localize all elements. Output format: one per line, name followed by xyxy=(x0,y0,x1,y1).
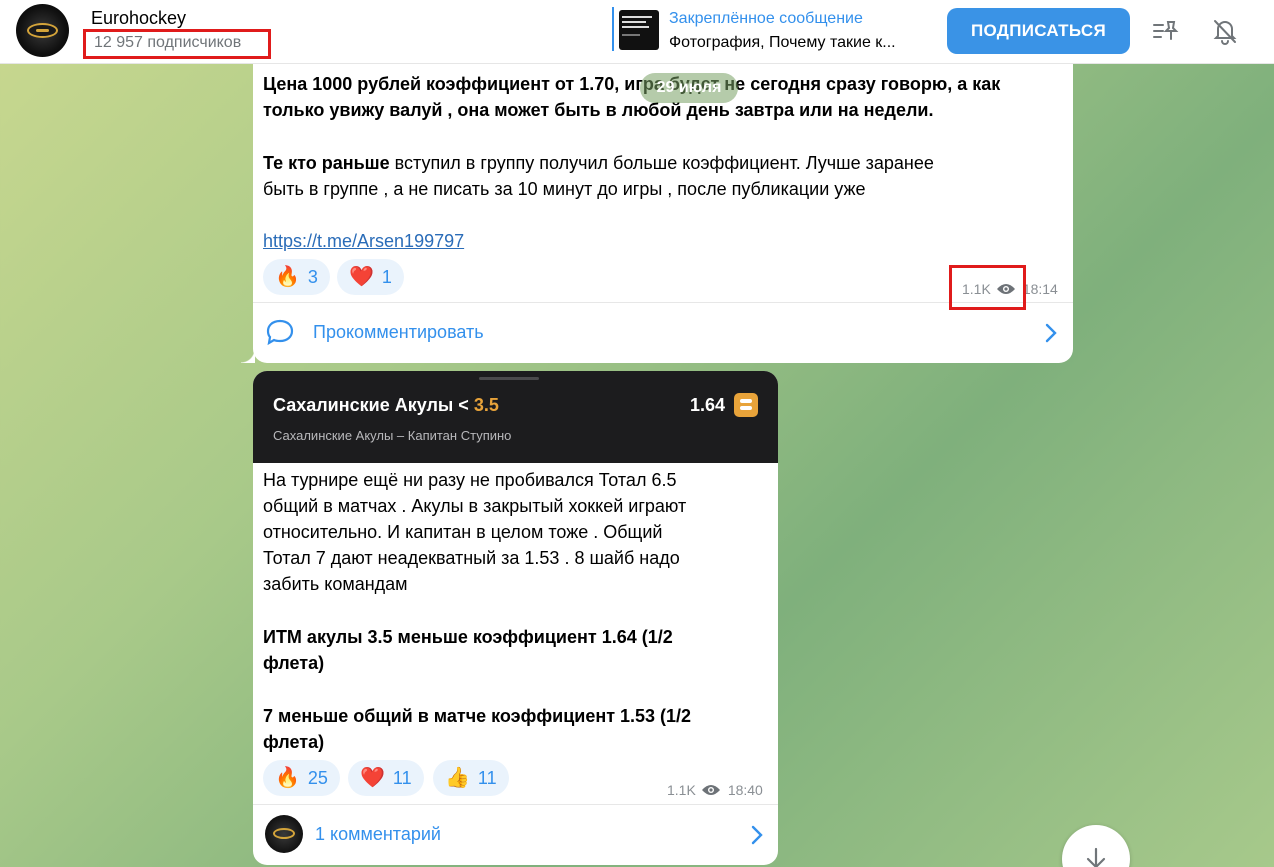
reaction-thumbs-up[interactable]: 👍 11 xyxy=(433,760,509,796)
bet-title: Сахалинские Акулы < 3.5 xyxy=(273,395,499,415)
fire-icon: 🔥 xyxy=(275,266,300,288)
channel-logo xyxy=(27,23,58,38)
view-count: 1.1K xyxy=(667,782,696,798)
post-text-line: только увижу валуй , она может быть в лю… xyxy=(263,100,934,120)
pinned-preview[interactable]: Фотография, Почему такие к... xyxy=(669,34,896,52)
divider xyxy=(253,804,778,805)
post-time: 18:14 xyxy=(1022,281,1058,297)
fire-icon: 🔥 xyxy=(275,767,300,789)
comment-button[interactable]: 1 комментарий xyxy=(315,824,441,845)
comment-icon xyxy=(265,318,295,351)
pinned-indicator xyxy=(612,7,614,51)
reaction-count: 11 xyxy=(392,767,412,788)
subscribers-highlight: 12 957 подписчиков xyxy=(83,29,271,59)
heart-icon: ❤️ xyxy=(349,266,374,288)
chevron-right-icon[interactable] xyxy=(751,825,763,850)
drag-handle xyxy=(479,377,539,380)
post-text-line: общий в матчах . Акулы в закрытый хоккей… xyxy=(263,496,687,516)
reaction-count: 11 xyxy=(477,767,497,788)
post-text-line: флета) xyxy=(263,732,325,752)
pinned-list-icon[interactable] xyxy=(1151,17,1179,45)
subscriber-count: 12 957 подписчиков xyxy=(94,34,242,51)
channel-avatar[interactable] xyxy=(16,4,69,57)
arrow-down-icon xyxy=(1086,847,1106,867)
date-separator: 29 июля xyxy=(640,73,738,103)
post-meta: 1.1K 18:40 xyxy=(667,782,763,798)
reaction-count: 25 xyxy=(307,767,328,788)
post-time: 18:40 xyxy=(727,782,763,798)
bet-odds: 1.64 xyxy=(690,395,726,415)
pinned-title[interactable]: Закреплённое сообщение xyxy=(669,10,863,28)
eye-icon xyxy=(701,785,720,795)
commenter-avatar xyxy=(265,815,303,853)
bet-slip-icon xyxy=(734,393,758,417)
post-text-line: Тотал 7 дают неадекватный за 1.53 . 8 ша… xyxy=(263,548,680,568)
post-text-line: Те кто раньше вступил в группу получил б… xyxy=(263,153,934,173)
post-text-line: 7 меньше общий в матче коэффициент 1.53 … xyxy=(263,706,692,726)
reaction-heart[interactable]: ❤️ 11 xyxy=(348,760,424,796)
thumbs-up-icon: 👍 xyxy=(445,767,470,789)
post-text-line: быть в группе , а не писать за 10 минут … xyxy=(263,179,866,199)
post-text-line: забить командам xyxy=(263,574,408,594)
reaction-fire[interactable]: 🔥 3 xyxy=(263,259,330,295)
post-text-line: Цена 1000 рублей коэффициент от 1.70, иг… xyxy=(263,74,1001,94)
post-text-line: ИТМ акулы 3.5 меньше коэффициент 1.64 (1… xyxy=(263,627,673,647)
reaction-heart[interactable]: ❤️ 1 xyxy=(337,259,404,295)
reaction-count: 3 xyxy=(307,266,318,287)
post-link[interactable]: https://t.me/Arsen199797 xyxy=(263,228,464,254)
post-text-line: флета) xyxy=(263,653,325,673)
channel-name[interactable]: Eurohockey xyxy=(91,8,186,29)
bet-card[interactable]: Сахалинские Акулы < 3.5 1.64 Сахалинские… xyxy=(253,371,778,463)
comment-button[interactable]: Прокомментировать xyxy=(313,322,484,343)
chevron-right-icon[interactable] xyxy=(1045,323,1057,348)
heart-icon: ❤️ xyxy=(360,767,385,789)
reaction-count: 1 xyxy=(381,266,392,287)
post-text-line: На турнире ещё ни разу не пробивался Тот… xyxy=(263,470,677,490)
scroll-down-button[interactable] xyxy=(1062,825,1130,867)
views-highlight xyxy=(949,265,1026,310)
pinned-thumbnail[interactable] xyxy=(619,10,659,50)
subscribe-button[interactable]: ПОДПИСАТЬСЯ xyxy=(947,8,1130,54)
channel-header: Eurohockey 12 957 подписчиков Закреплённ… xyxy=(0,0,1274,64)
post-text-line: относительно. И капитан в целом тоже . О… xyxy=(263,522,663,542)
channel-post: Сахалинские Акулы < 3.5 1.64 Сахалинские… xyxy=(253,371,778,865)
mute-bell-icon[interactable] xyxy=(1211,17,1239,45)
bet-match: Сахалинские Акулы – Капитан Ступино xyxy=(273,428,512,443)
reaction-fire[interactable]: 🔥 25 xyxy=(263,760,340,796)
